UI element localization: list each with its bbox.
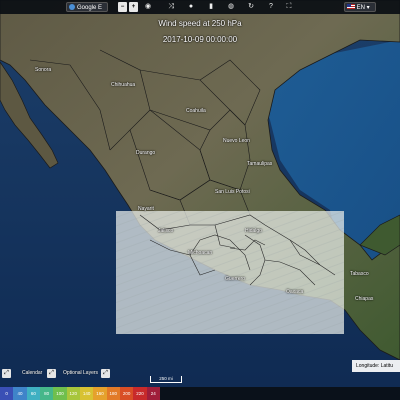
map-canvas[interactable] bbox=[0, 0, 400, 400]
legend-swatch: 60 bbox=[26, 387, 40, 400]
color-legend: 0 40 60 80 100 120 140 160 180 200 220 24 bbox=[0, 387, 160, 400]
scale-bar: 250 mi bbox=[150, 376, 182, 383]
city-label: Michoacan bbox=[188, 250, 213, 256]
city-label: San Luis Potosi bbox=[215, 189, 250, 195]
refresh-icon[interactable]: ↻ bbox=[246, 2, 256, 12]
legend-swatch: 100 bbox=[53, 387, 67, 400]
bar-signal-icon[interactable]: ▮ bbox=[206, 2, 216, 12]
city-label: Nayarit bbox=[138, 206, 154, 212]
globe-icon bbox=[69, 4, 75, 10]
drop-icon[interactable]: ● bbox=[186, 2, 196, 12]
legend-swatch: 0 bbox=[0, 387, 14, 400]
city-label: Tabasco bbox=[350, 271, 369, 277]
zoom-in-button[interactable]: + bbox=[129, 2, 138, 12]
city-label: Oaxaca bbox=[286, 289, 304, 295]
top-toolbar: Google E − + ◉ ⤨ ● ▮ ◍ ↻ ? ⛶ EN ▾ bbox=[0, 0, 400, 14]
city-label: Nuevo Leon bbox=[223, 138, 250, 144]
city-label: Jalisco bbox=[158, 228, 174, 234]
legend-swatch: 40 bbox=[13, 387, 27, 400]
city-label: Guerrero bbox=[225, 276, 246, 282]
legend-swatch: 160 bbox=[93, 387, 107, 400]
calendar-expand-icon[interactable]: ⤢ bbox=[47, 369, 56, 378]
legend-swatch: 24 bbox=[146, 387, 160, 400]
legend-swatch: 200 bbox=[119, 387, 134, 400]
bottom-strip bbox=[160, 387, 400, 400]
basemap-label: Google E bbox=[77, 5, 103, 11]
legend-swatch: 120 bbox=[66, 387, 80, 400]
layers-expand-icon[interactable]: ⤢ bbox=[101, 369, 110, 378]
globe-icon[interactable]: ◍ bbox=[226, 2, 236, 12]
legend-swatch: 180 bbox=[106, 387, 120, 400]
language-selector[interactable]: EN ▾ bbox=[344, 2, 376, 12]
help-icon[interactable]: ? bbox=[266, 2, 276, 12]
city-label: Coahuila bbox=[186, 108, 206, 114]
optional-layers-label[interactable]: Optional Layers bbox=[63, 370, 98, 376]
map-title: Wind speed at 250 hPa bbox=[158, 19, 242, 28]
locate-icon[interactable]: ◉ bbox=[143, 2, 153, 12]
calendar-label[interactable]: Calendar bbox=[22, 370, 42, 376]
expand-icon[interactable]: ⤢ bbox=[2, 369, 11, 378]
language-label: EN bbox=[356, 5, 366, 11]
city-label: Durango bbox=[136, 150, 156, 156]
map-timestamp: 2017-10-09 00:00:00 bbox=[162, 35, 238, 44]
us-flag-icon bbox=[347, 4, 355, 9]
basemap-selector[interactable]: Google E bbox=[66, 2, 108, 12]
legend-swatch: 220 bbox=[133, 387, 147, 400]
city-label: Tamaulipas bbox=[247, 161, 273, 167]
coordinate-readout: Longitude: Latitu bbox=[352, 360, 400, 372]
zoom-out-button[interactable]: − bbox=[118, 2, 127, 12]
legend-swatch: 80 bbox=[39, 387, 54, 400]
city-label: Chihuahua bbox=[111, 82, 136, 88]
fullscreen-icon[interactable]: ⛶ bbox=[284, 2, 294, 12]
city-label: Sonora bbox=[35, 67, 52, 73]
wind-speed-overlay bbox=[116, 211, 344, 334]
legend-swatch: 140 bbox=[79, 387, 94, 400]
city-label: Chiapas bbox=[355, 296, 374, 302]
city-label: Hidalgo bbox=[245, 228, 262, 234]
shuffle-icon[interactable]: ⤨ bbox=[166, 2, 176, 12]
